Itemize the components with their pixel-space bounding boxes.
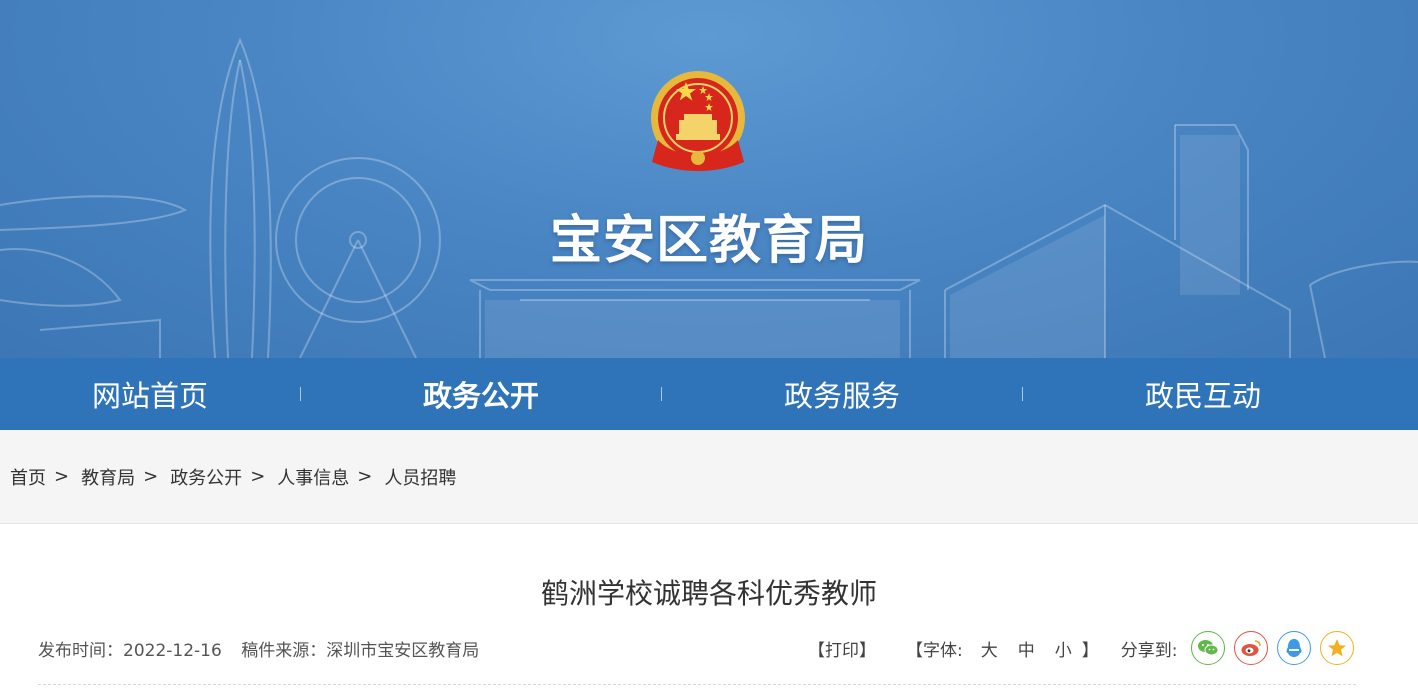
article-meta: 发布时间：2022-12-16 稿件来源：深圳市宝安区教育局 (38, 636, 493, 661)
weibo-icon (1241, 640, 1262, 656)
breadcrumb: 首页 > 教育局 > 政务公开 > 人事信息 > 人员招聘 (0, 430, 1418, 524)
publish-info: 发布时间：2022-12-16 (38, 641, 222, 661)
qzone-star-icon (1328, 639, 1347, 657)
nav-item-government-services[interactable]: 政务服务 (662, 358, 1022, 430)
national-emblem-logo (651, 71, 745, 171)
publish-label: 发布时间： (38, 641, 123, 661)
article-title: 鹤洲学校诚聘各科优秀教师 (540, 577, 877, 610)
site-title: 宝安区教育局 (549, 211, 868, 271)
wechat-icon (1198, 640, 1219, 656)
breadcrumb-home[interactable]: 首页 (10, 464, 46, 490)
article-header: 鹤洲学校诚聘各科优秀教师 发布时间：2022-12-16 稿件来源：深圳市宝安区… (0, 524, 1418, 688)
publish-date: 2022-12-16 (123, 641, 222, 661)
print-button[interactable]: 【打印】 (808, 636, 876, 661)
article-tools: 【打印】 【字体: 大 中 小 】 分享到: (808, 630, 1363, 666)
source-label: 稿件来源： (241, 641, 327, 661)
header-banner: 宝安区教育局 (0, 0, 1418, 358)
breadcrumb-separator: > (143, 466, 159, 487)
main-nav: 网站首页 政务公开 政务服务 政民互动 (0, 358, 1418, 430)
font-size-medium-button[interactable]: 中 (1018, 636, 1035, 661)
source-value: 深圳市宝安区教育局 (326, 641, 480, 661)
share-weibo-button[interactable] (1234, 631, 1269, 665)
nav-item-public-interaction[interactable]: 政民互动 (1023, 358, 1383, 430)
font-size-large-button[interactable]: 大 (981, 636, 998, 661)
nav-item-home[interactable]: 网站首页 (0, 358, 300, 430)
font-size-small-button[interactable]: 小 (1055, 636, 1072, 661)
breadcrumb-recruitment[interactable]: 人员招聘 (384, 464, 456, 490)
breadcrumb-separator: > (250, 466, 266, 487)
nav-item-government-affairs[interactable]: 政务公开 (301, 358, 661, 430)
article-divider (38, 684, 1356, 685)
font-size-close-bracket: 】 (1081, 640, 1099, 661)
source-info: 稿件来源：深圳市宝安区教育局 (241, 641, 479, 661)
font-size-label: 【字体: (906, 640, 963, 661)
breadcrumb-separator: > (54, 466, 70, 487)
share-label: 分享到: (1120, 640, 1178, 661)
breadcrumb-personnel-info[interactable]: 人事信息 (277, 464, 349, 490)
breadcrumb-separator: > (357, 466, 373, 487)
share-wechat-button[interactable] (1191, 631, 1226, 665)
breadcrumb-government-affairs[interactable]: 政务公开 (170, 464, 242, 490)
qq-icon (1286, 639, 1302, 657)
city-skyline-illustration (0, 37, 1418, 358)
share-qq-button[interactable] (1277, 631, 1312, 665)
breadcrumb-education-bureau[interactable]: 教育局 (81, 464, 135, 490)
share-qzone-button[interactable] (1320, 631, 1355, 665)
